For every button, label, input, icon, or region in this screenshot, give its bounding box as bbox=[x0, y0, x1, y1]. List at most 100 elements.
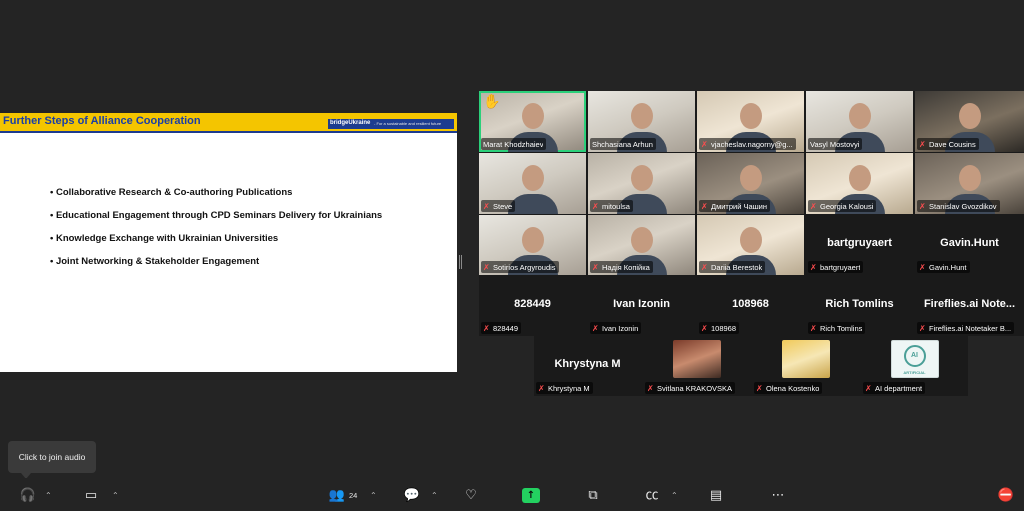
participant-tile[interactable]: Fireflies.ai Note... ✗ Fireflies.ai Note… bbox=[915, 276, 1024, 336]
participant-tile[interactable]: Ivan Izonin ✗ Ivan Izonin bbox=[588, 276, 695, 336]
mic-muted-icon: ✗ bbox=[592, 201, 599, 211]
share-screen-icon[interactable]: ↑ bbox=[522, 488, 540, 503]
participant-tile[interactable]: ✋ Marat Khodzhaiev bbox=[479, 91, 586, 152]
split-resize-handle[interactable] bbox=[459, 255, 462, 269]
participants-chevron-icon[interactable]: ⌃ bbox=[370, 491, 377, 500]
video-gallery-last-row: Khrystyna M ✗ Khrystyna M ✗ Svitlana KRA… bbox=[534, 336, 968, 396]
shared-screen[interactable]: Further Steps of Alliance Cooperation br… bbox=[0, 113, 457, 372]
ai-avatar-caption: ARTIFICIAL bbox=[903, 370, 926, 375]
participant-video bbox=[848, 103, 871, 129]
captions-chevron-icon[interactable]: ⌃ bbox=[671, 491, 678, 500]
participant-tile[interactable]: 828449 ✗ 828449 bbox=[479, 276, 586, 336]
participant-tile[interactable]: ✗ Georgia Kalousi bbox=[806, 153, 913, 214]
mic-muted-icon: ✗ bbox=[483, 262, 490, 272]
video-icon[interactable]: ▭ bbox=[80, 488, 102, 504]
chat-icon[interactable]: 💬 bbox=[402, 488, 422, 504]
mic-muted-icon: ✗ bbox=[701, 262, 708, 272]
participant-tile[interactable]: ✗ Надія Копійка bbox=[588, 215, 695, 275]
chat-chevron-icon[interactable]: ⌃ bbox=[431, 491, 438, 500]
participant-video bbox=[521, 227, 544, 253]
participant-tile[interactable]: ✗ vjacheslav.nagorny@g... bbox=[697, 91, 804, 152]
mic-muted-icon: ✗ bbox=[701, 323, 708, 333]
participant-name: Svitlana KRAKOVSKA bbox=[657, 383, 733, 393]
participant-namebar: Shchasiana Arhun bbox=[590, 138, 656, 150]
participant-tile[interactable]: ✗ Dave Cousins bbox=[915, 91, 1024, 152]
participant-tile[interactable]: 108968 ✗ 108968 bbox=[697, 276, 804, 336]
reactions-icon[interactable]: ♡ bbox=[461, 488, 481, 504]
participant-namebar: ✗ Надія Копійка bbox=[590, 261, 653, 273]
headphones-icon[interactable]: 🎧 bbox=[18, 488, 38, 504]
logo-tagline: - For a sustainable and resilient future bbox=[374, 121, 442, 126]
participant-tile[interactable]: Shchasiana Arhun bbox=[588, 91, 695, 152]
participant-namebar: ✗ vjacheslav.nagorny@g... bbox=[699, 138, 796, 150]
video-options-chevron-icon[interactable]: ⌃ bbox=[112, 491, 119, 500]
participant-name: Marat Khodzhaiev bbox=[483, 139, 544, 149]
participant-name: Vasyl Mostovyi bbox=[810, 139, 860, 149]
participant-namebar: ✗ Olena Kostenko bbox=[754, 382, 823, 394]
participant-video bbox=[521, 103, 544, 129]
participant-name: Rich Tomlins bbox=[820, 323, 863, 333]
participant-namebar: ✗ Stanislav Gvozdikov bbox=[917, 200, 1000, 212]
participant-tile[interactable]: ✗ Dariia Berestok bbox=[697, 215, 804, 275]
participant-name: Sotirios Argyroudis bbox=[493, 262, 556, 272]
participant-namebar: ✗ Gavin.Hunt bbox=[917, 261, 970, 273]
leave-icon[interactable]: ⛔ bbox=[996, 487, 1016, 505]
participant-namebar: ✗ Steve bbox=[481, 200, 516, 212]
participant-tile[interactable]: AI ARTIFICIAL ✗ AI department bbox=[861, 336, 968, 396]
participant-namebar: ✗ Dariia Berestok bbox=[699, 261, 766, 273]
participant-namebar: Vasyl Mostovyi bbox=[808, 138, 863, 150]
participant-display-name: bartgruyaert bbox=[827, 237, 892, 249]
captions-icon[interactable]: ㏄ bbox=[641, 488, 663, 504]
ai-avatar-icon: AI bbox=[903, 345, 926, 367]
participant-tile[interactable]: ✗ Дмитрий Чашин bbox=[697, 153, 804, 214]
participants-count: 24 bbox=[349, 491, 358, 500]
participant-video bbox=[630, 165, 653, 191]
participant-name: vjacheslav.nagorny@g... bbox=[711, 139, 793, 149]
participant-namebar: ✗ Sotirios Argyroudis bbox=[481, 261, 559, 273]
participant-video bbox=[521, 165, 544, 191]
mic-muted-icon: ✗ bbox=[701, 201, 708, 211]
participant-namebar: ✗ Дмитрий Чашин bbox=[699, 200, 771, 212]
participant-namebar: ✗ Svitlana KRAKOVSKA bbox=[645, 382, 736, 394]
participant-video bbox=[739, 165, 762, 191]
more-icon[interactable]: ⋯ bbox=[767, 488, 789, 504]
participants-icon[interactable]: 👥 bbox=[327, 488, 347, 504]
participant-tile[interactable]: ✗ Sotirios Argyroudis bbox=[479, 215, 586, 275]
audio-options-chevron-icon[interactable]: ⌃ bbox=[45, 491, 52, 500]
participant-tile[interactable]: ✗ Stanislav Gvozdikov bbox=[915, 153, 1024, 214]
participant-tile[interactable]: bartgruyaert ✗ bartgruyaert bbox=[806, 215, 913, 275]
notes-icon[interactable]: ▤ bbox=[706, 488, 726, 504]
participant-tile[interactable]: ✗ Svitlana KRAKOVSKA bbox=[643, 336, 750, 396]
participant-avatar bbox=[781, 340, 830, 378]
apps-icon[interactable]: ⧉ bbox=[583, 488, 603, 504]
participant-name: bartgruyaert bbox=[820, 262, 861, 272]
ai-avatar: AI ARTIFICIAL bbox=[890, 340, 939, 378]
participant-video bbox=[958, 165, 981, 191]
meeting-window: Further Steps of Alliance Cooperation br… bbox=[0, 0, 1024, 511]
participant-tile[interactable]: Khrystyna M ✗ Khrystyna M bbox=[534, 336, 641, 396]
participant-tile[interactable]: Gavin.Hunt ✗ Gavin.Hunt bbox=[915, 215, 1024, 275]
mic-muted-icon: ✗ bbox=[810, 262, 817, 272]
bridgeukraine-logo: bridgeUkraine - For a sustainable and re… bbox=[328, 119, 454, 129]
participant-video bbox=[630, 227, 653, 253]
participant-tile[interactable]: ✗ Olena Kostenko bbox=[752, 336, 859, 396]
participant-video bbox=[958, 103, 981, 129]
participant-namebar: ✗ Dave Cousins bbox=[917, 138, 979, 150]
participant-name: Дмитрий Чашин bbox=[711, 201, 768, 211]
participant-namebar: Marat Khodzhaiev bbox=[481, 138, 547, 150]
participant-tile[interactable]: ✗ Steve bbox=[479, 153, 586, 214]
participant-namebar: ✗ mitoulsa bbox=[590, 200, 633, 212]
participant-name: AI department bbox=[875, 383, 923, 393]
participant-name: Shchasiana Arhun bbox=[592, 139, 653, 149]
mic-muted-icon: ✗ bbox=[810, 201, 817, 211]
slide-divider bbox=[0, 131, 457, 133]
participant-tile[interactable]: Vasyl Mostovyi bbox=[806, 91, 913, 152]
participant-name: Dariia Berestok bbox=[711, 262, 763, 272]
participant-tile[interactable]: Rich Tomlins ✗ Rich Tomlins bbox=[806, 276, 913, 336]
slide-bullet: • Collaborative Research & Co-authoring … bbox=[50, 187, 293, 198]
participant-video bbox=[630, 103, 653, 129]
participant-name: Khrystyna M bbox=[548, 383, 590, 393]
participant-tile[interactable]: ✗ mitoulsa bbox=[588, 153, 695, 214]
slide-title: Further Steps of Alliance Cooperation bbox=[3, 115, 201, 127]
mic-muted-icon: ✗ bbox=[919, 139, 926, 149]
